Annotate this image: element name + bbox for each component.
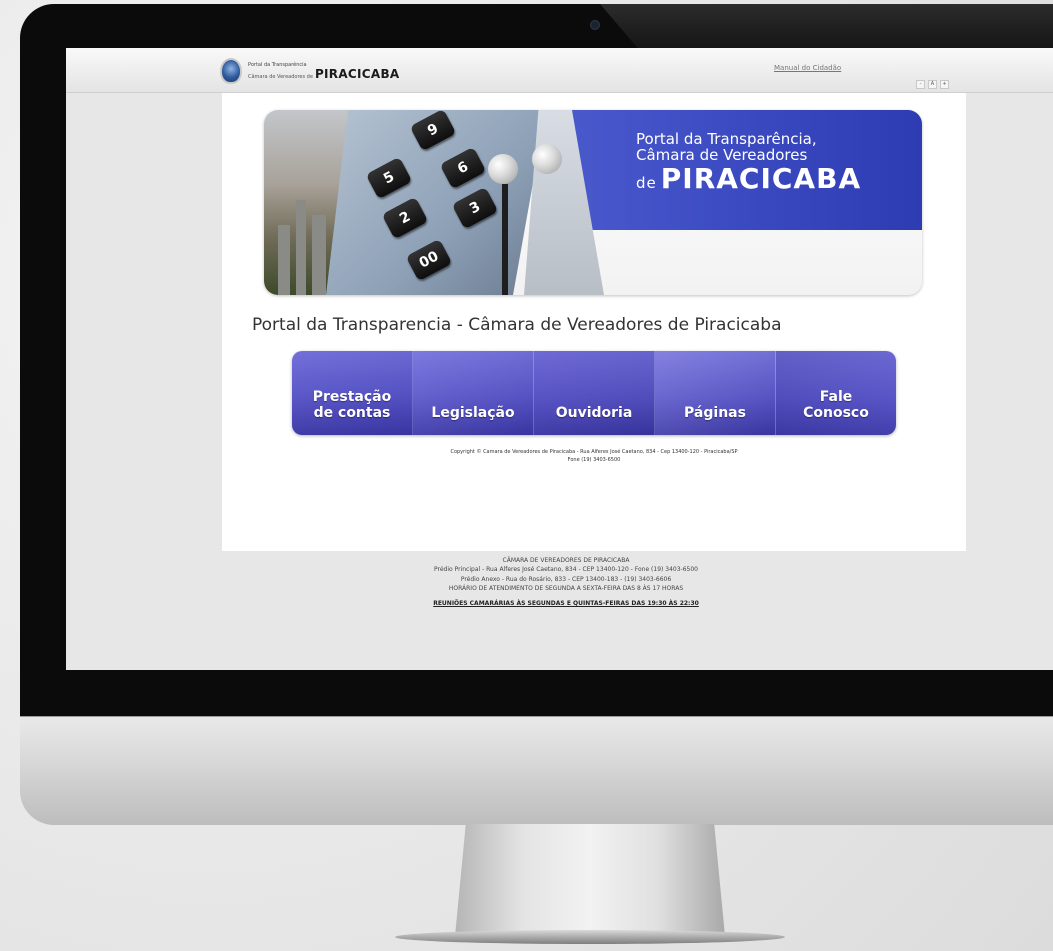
calculator-key: 2 [381, 196, 429, 240]
nav-legislacao[interactable]: Legislação [413, 351, 534, 435]
font-increase-button[interactable]: + [940, 80, 949, 89]
calculator-image: 9 6 5 3 2 00 [326, 110, 546, 295]
calculator-key: 6 [439, 146, 487, 190]
footer-line-1: CÂMARA DE VEREADORES DE PIRACICABA [502, 557, 630, 564]
banner-city-name: de PIRACICABA [636, 161, 862, 195]
banner-city-text: PIRACICABA [660, 161, 862, 195]
logo-text: Portal da Transparência Câmara de Veread… [248, 62, 400, 80]
coat-of-arms-icon [220, 58, 242, 84]
footer-line-4: HORÁRIO DE ATENDIMENTO DE SEGUNDA A SEXT… [448, 584, 684, 592]
calculator-key: 5 [365, 156, 413, 200]
site-footer: CÂMARA DE VEREADORES DE PIRACICABA Prédi… [66, 556, 1053, 608]
monitor-glare [600, 4, 1053, 48]
site-logo[interactable]: Portal da Transparência Câmara de Veread… [220, 58, 400, 84]
nav-label: Legislação [431, 404, 515, 421]
nav-label: Prestação de contas [312, 388, 392, 421]
monitor-stand-base [395, 930, 785, 944]
camera-icon [590, 20, 600, 30]
calculator-key: 9 [409, 110, 457, 152]
nav-fale-conosco[interactable]: Fale Conosco [776, 351, 896, 435]
copyright-line-2: Fone (19) 3403-6500 [567, 456, 621, 463]
footer-meetings-link[interactable]: REUNIÕES CAMARÁRIAS ÀS SEGUNDAS E QUINTA… [66, 599, 1053, 608]
footer-line-3: Prédio Anexo - Rua do Rosário, 833 - CEP… [460, 575, 672, 583]
nav-label: Fale Conosco [803, 388, 869, 421]
copyright-line-1: Copyright © Camara de Vereadores de Pira… [450, 449, 738, 455]
calculator-key: 3 [451, 186, 499, 230]
logo-row: Câmara de Vereadores de PIRACICABA [248, 68, 400, 80]
hero-banner: 9 6 5 3 2 00 Portal da Transparência, Câ… [264, 110, 922, 295]
calculator-key: 00 [405, 238, 453, 282]
site-header: Portal da Transparência Câmara de Veread… [66, 48, 1053, 93]
nav-paginas[interactable]: Páginas [655, 351, 776, 435]
monitor-stand [455, 824, 725, 936]
banner-de: de [636, 173, 657, 192]
font-size-controls: - A + [916, 80, 949, 89]
font-decrease-button[interactable]: - [916, 80, 925, 89]
nav-label: Páginas [684, 404, 746, 421]
street-lamp-icon [532, 144, 562, 174]
page-title: Portal da Transparencia - Câmara de Vere… [252, 315, 782, 335]
banner-title: Portal da Transparência, Câmara de Verea… [636, 131, 862, 195]
nav-ouvidoria[interactable]: Ouvidoria [534, 351, 655, 435]
copyright: Copyright © Camara de Vereadores de Pira… [222, 449, 966, 464]
nav-label: Ouvidoria [555, 404, 633, 421]
browser-screen: Portal da Transparência Câmara de Veread… [66, 48, 1053, 670]
lamp-post [502, 184, 508, 295]
manual-do-cidadao-link[interactable]: Manual do Cidadão [774, 64, 841, 72]
logo-city-text: PIRACICABA [314, 66, 400, 81]
street-lamp-icon [488, 154, 518, 184]
main-content: 9 6 5 3 2 00 Portal da Transparência, Câ… [222, 93, 966, 551]
monitor-chin [20, 716, 1053, 825]
logo-camara-text: Câmara de Vereadores de [248, 73, 313, 80]
footer-line-2: Prédio Principal - Rua Alferes José Caet… [434, 566, 698, 574]
font-reset-button[interactable]: A [928, 80, 937, 89]
main-nav: Prestação de contas Legislação Ouvidoria… [292, 351, 896, 435]
nav-prestacao-de-contas[interactable]: Prestação de contas [292, 351, 413, 435]
